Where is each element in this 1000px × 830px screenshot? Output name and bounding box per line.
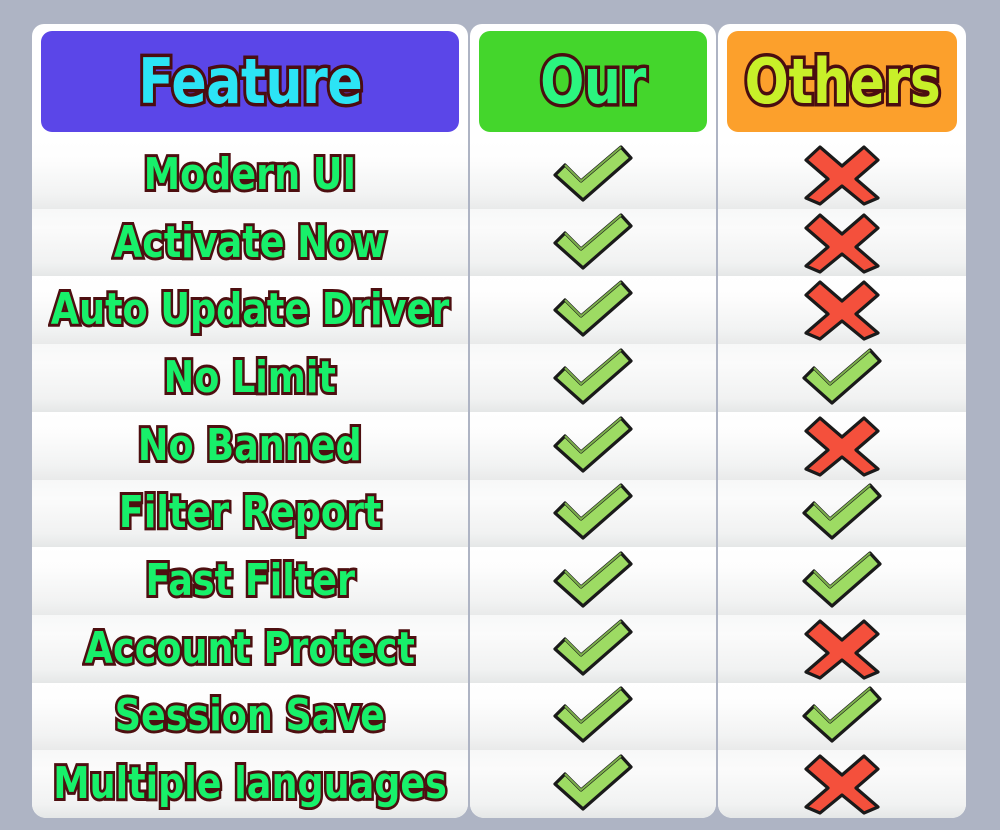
others-header-chip: Others [727,31,957,132]
feature-label: Filter Report [116,487,384,539]
our-column-body [470,141,716,818]
table-row [718,750,966,818]
table-row [718,276,966,345]
table-row [470,208,716,277]
table-row [470,141,716,209]
feature-label: Activate Now [111,216,389,268]
check-icon [547,345,639,411]
cross-icon [796,142,888,208]
table-row [718,682,966,751]
check-icon [547,751,639,817]
our-column-header: Our [470,24,716,141]
check-icon [547,683,639,749]
our-header-label: Our [537,44,649,118]
cross-icon [796,277,888,343]
check-icon [796,683,888,749]
table-row [470,614,716,683]
others-column-header: Others [718,24,966,141]
feature-label: No Banned [136,419,365,471]
feature-label: Multiple languages [51,758,450,810]
check-icon [547,480,639,546]
cross-icon [796,413,888,479]
table-row [470,750,716,818]
feature-column-header: Feature [32,24,468,141]
feature-label: Fast Filter [143,555,358,607]
feature-column: Feature Modern UI Activate Now Auto Update… [32,24,468,818]
check-icon [547,142,639,208]
others-header-label: Others [741,44,943,118]
table-row [470,411,716,480]
check-icon [796,345,888,411]
table-row: Account Protect [32,614,468,683]
check-icon [547,277,639,343]
check-icon [796,548,888,614]
table-row: Session Save [32,682,468,751]
check-icon [547,413,639,479]
table-row [718,344,966,412]
check-icon [547,210,639,276]
check-icon [547,548,639,614]
table-row [718,479,966,548]
others-column: Others [718,24,966,818]
feature-header-chip: Feature [41,31,459,132]
cross-icon [796,616,888,682]
table-row: No Limit [32,344,468,412]
feature-label: Session Save [112,690,387,742]
feature-label: Account Protect [82,622,417,674]
our-column: Our [470,24,716,818]
our-header-chip: Our [479,31,707,132]
table-row [718,208,966,277]
table-row [718,141,966,209]
table-row [718,547,966,615]
feature-label: Auto Update Driver [48,284,451,336]
table-row: No Banned [32,411,468,480]
table-row [718,411,966,480]
feature-label: Modern UI [141,148,358,200]
table-row: Filter Report [32,479,468,548]
cross-icon [796,210,888,276]
table-row [470,344,716,412]
table-row: Modern UI [32,141,468,209]
check-icon [796,480,888,546]
others-column-body [718,141,966,818]
table-row [718,614,966,683]
feature-label: No Limit [161,351,338,403]
table-row [470,682,716,751]
feature-header-label: Feature [135,44,365,118]
check-icon [547,616,639,682]
cross-icon [796,751,888,817]
table-row: Activate Now [32,208,468,277]
table-row: Fast Filter [32,547,468,615]
table-row: Auto Update Driver [32,276,468,345]
table-row: Multiple languages [32,750,468,818]
table-row [470,547,716,615]
comparison-table: Feature Modern UI Activate Now Auto Update… [32,24,966,818]
table-row [470,276,716,345]
table-row [470,479,716,548]
feature-column-body: Modern UI Activate Now Auto Update Driver N… [32,141,468,818]
